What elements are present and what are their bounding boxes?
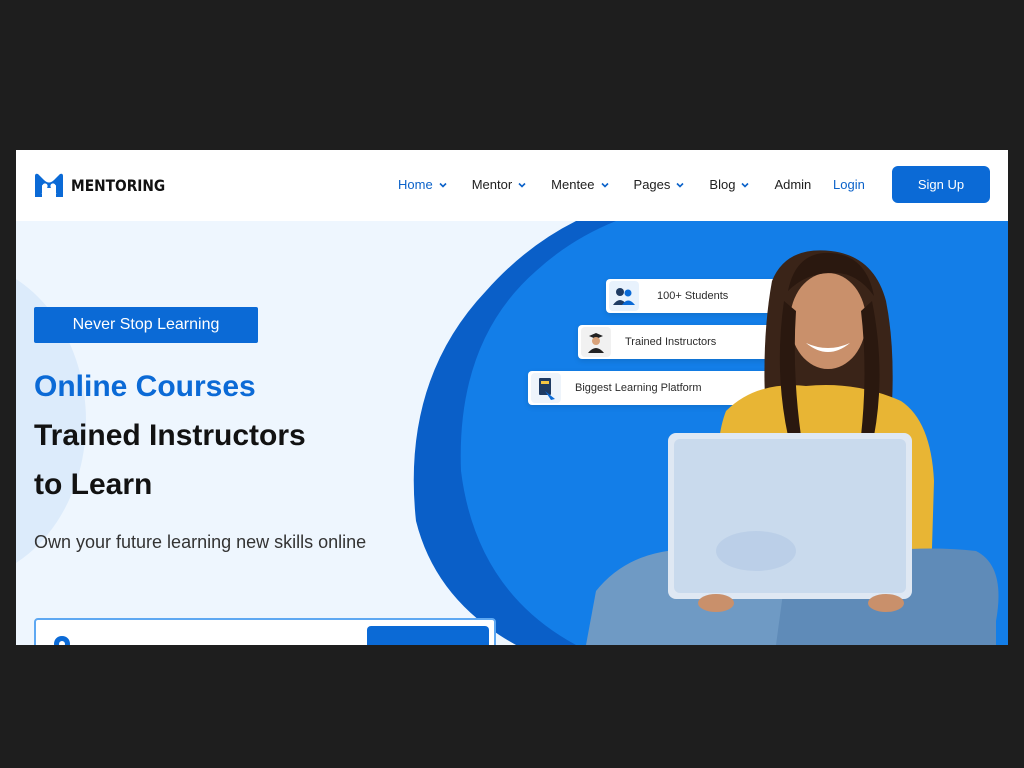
hero-headline-line-1: Online Courses xyxy=(34,370,256,403)
never-stop-learning-badge: Never Stop Learning xyxy=(34,307,258,343)
woman-with-laptop-photo xyxy=(586,250,999,645)
nav-item-home[interactable]: Home xyxy=(398,177,448,192)
nav-item-label: Home xyxy=(398,177,433,192)
nav-item-label: Admin xyxy=(774,177,812,192)
chevron-down-icon xyxy=(517,180,527,190)
sign-up-button[interactable]: Sign Up xyxy=(892,166,990,203)
nav-item-label: Blog xyxy=(709,177,736,192)
nav-item-blog[interactable]: Blog xyxy=(709,177,750,192)
browser-viewport: MENTORING Home Mentor Mentee Pages Blog xyxy=(16,150,1008,645)
search-input[interactable] xyxy=(82,628,362,645)
nav-item-label: Mentee xyxy=(551,177,595,192)
hero-section: Never Stop Learning Online Courses Train… xyxy=(16,221,1008,645)
nav-item-mentor[interactable]: Mentor xyxy=(472,177,527,192)
login-link[interactable]: Login xyxy=(833,177,865,192)
nav-item-admin[interactable]: Admin xyxy=(774,177,811,192)
chevron-down-icon xyxy=(675,180,685,190)
nav-item-pages[interactable]: Pages xyxy=(634,177,686,192)
chevron-down-icon xyxy=(438,180,448,190)
location-pin-icon xyxy=(54,636,70,645)
chevron-down-icon xyxy=(600,180,610,190)
nav-item-label: Mentor xyxy=(471,177,513,192)
nav-item-label: Pages xyxy=(633,177,671,192)
hero-headline-line-2: Trained Instructors xyxy=(34,419,306,452)
mentoring-logo-icon xyxy=(35,173,63,197)
brand-logo[interactable]: MENTORING xyxy=(34,172,181,198)
hero-search-bar xyxy=(34,618,496,645)
nav-item-mentee[interactable]: Mentee xyxy=(551,177,609,192)
main-nav: Home Mentor Mentee Pages Blog Admin xyxy=(398,177,835,192)
hero-subtitle: Own your future learning new skills onli… xyxy=(34,532,367,552)
hero-headline-line-3: to Learn xyxy=(34,468,153,501)
chevron-down-icon xyxy=(740,180,750,190)
site-header: MENTORING Home Mentor Mentee Pages Blog xyxy=(16,150,1008,221)
brand-name: MENTORING xyxy=(71,175,166,195)
search-button[interactable] xyxy=(367,626,489,645)
